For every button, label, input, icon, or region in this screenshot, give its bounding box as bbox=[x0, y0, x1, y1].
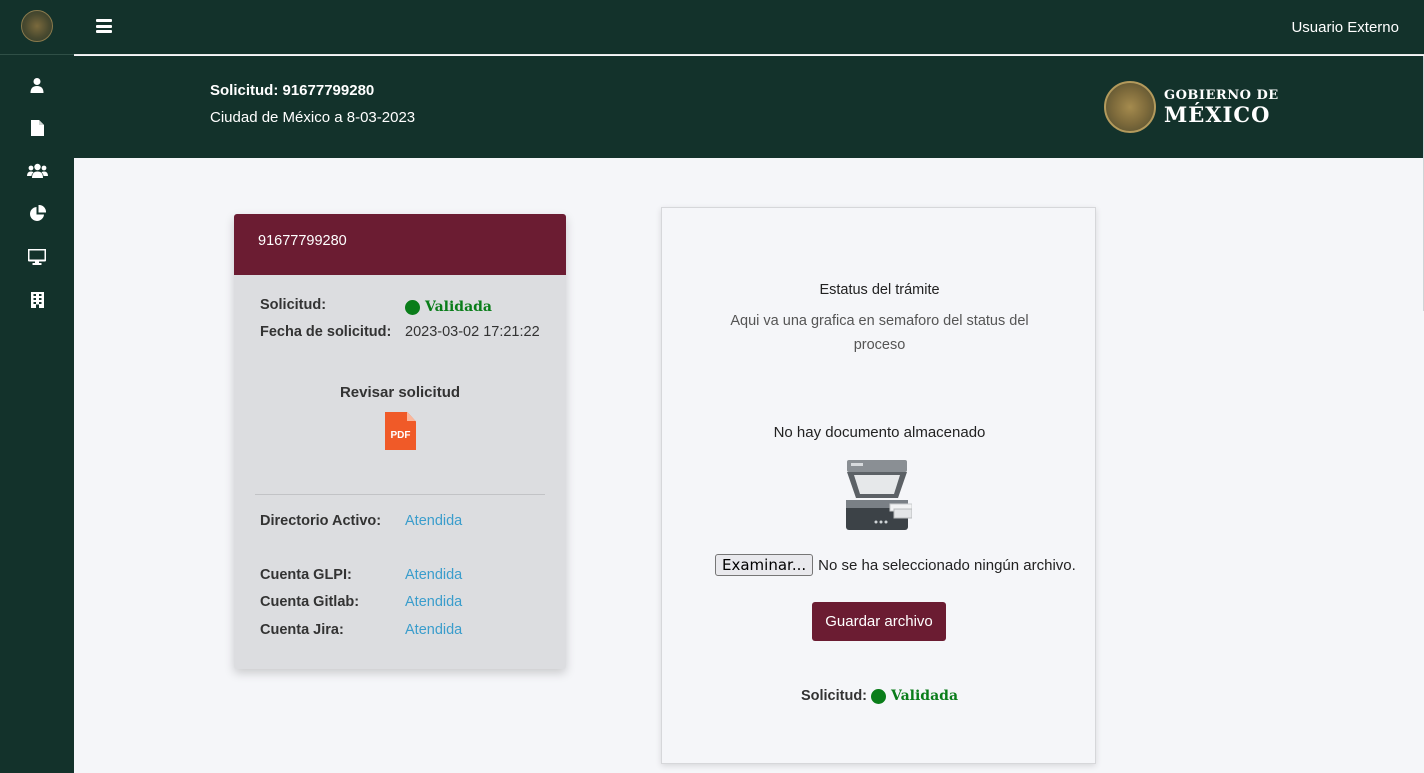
sidebar-logo[interactable] bbox=[21, 10, 53, 42]
account-label: Directorio Activo: bbox=[260, 513, 382, 529]
top-navbar: Usuario Externo bbox=[74, 0, 1424, 55]
request-card: 91677799280 Solicitud: Validada Fecha de… bbox=[234, 214, 566, 669]
status-card: Estatus del trámite Aqui va una grafica … bbox=[661, 207, 1096, 764]
request-card-header: 91677799280 bbox=[234, 214, 566, 275]
account-label: Cuenta GLPI: bbox=[260, 567, 352, 583]
national-seal-icon bbox=[1104, 81, 1156, 133]
save-file-button[interactable]: Guardar archivo bbox=[812, 602, 946, 641]
account-status-link[interactable]: Atendida bbox=[405, 513, 462, 529]
request-status-label: Solicitud: bbox=[260, 297, 327, 313]
bottom-status-value: Validada bbox=[871, 688, 958, 704]
pdf-icon-label: PDF bbox=[390, 430, 411, 441]
bottom-status-label: Solicitud: bbox=[800, 688, 868, 704]
account-row: Cuenta Gitlab: Atendida bbox=[260, 594, 462, 610]
sidebar-item-document[interactable] bbox=[0, 106, 74, 149]
menu-toggle-icon[interactable] bbox=[96, 19, 112, 33]
request-status-value: Validada bbox=[405, 299, 492, 315]
bottom-status-text: Validada bbox=[891, 688, 959, 704]
sidebar-item-users[interactable] bbox=[0, 149, 74, 192]
review-request-label: Revisar solicitud bbox=[339, 384, 461, 401]
building-icon bbox=[30, 291, 44, 308]
sidebar-item-user[interactable] bbox=[0, 63, 74, 106]
sidebar-item-building[interactable] bbox=[0, 278, 74, 321]
user-menu-label[interactable]: Usuario Externo bbox=[1291, 19, 1399, 36]
status-title: Estatus del trámite bbox=[819, 282, 940, 298]
request-status-row: Solicitud: Validada bbox=[260, 297, 492, 315]
request-status-text: Validada bbox=[425, 299, 493, 315]
browse-file-button[interactable]: Examinar... bbox=[715, 554, 814, 576]
account-status-link[interactable]: Atendida bbox=[405, 622, 462, 638]
status-dot-icon bbox=[871, 688, 887, 704]
bottom-request-status: Solicitud: Validada bbox=[662, 688, 1097, 704]
page-header: Solicitud: 91677799280 Ciudad de México … bbox=[74, 56, 1424, 158]
pie-chart-icon bbox=[29, 205, 46, 221]
account-status-link[interactable]: Atendida bbox=[405, 594, 462, 610]
account-row: Cuenta Jira: Atendida bbox=[260, 622, 462, 638]
request-date-value: 2023-03-02 17:21:22 bbox=[405, 324, 540, 340]
status-description: Aqui va una grafica en semaforo del stat… bbox=[730, 313, 1029, 353]
location-date: Ciudad de México a 8-03-2023 bbox=[210, 109, 416, 126]
request-date-row: Fecha de solicitud: 2023-03-02 17:21:22 bbox=[260, 324, 540, 340]
account-label: Cuenta Gitlab: bbox=[260, 594, 360, 610]
government-logo: GOBIERNO DE MÉXICO bbox=[1104, 81, 1279, 133]
account-row: Directorio Activo: Atendida bbox=[260, 513, 462, 529]
monitor-icon bbox=[28, 248, 46, 265]
gov-logo-line1: GOBIERNO DE bbox=[1164, 88, 1279, 103]
status-dot-icon bbox=[405, 299, 420, 315]
account-row: Cuenta GLPI: Atendida bbox=[260, 567, 462, 583]
pdf-icon[interactable]: PDF bbox=[385, 412, 416, 450]
request-title: Solicitud: 91677799280 bbox=[210, 82, 375, 99]
gov-logo-line2: MÉXICO bbox=[1164, 102, 1271, 127]
document-icon bbox=[30, 119, 44, 136]
user-icon bbox=[30, 77, 44, 93]
users-icon bbox=[26, 163, 48, 178]
no-document-message: No hay documento almacenado bbox=[773, 424, 986, 441]
scanner-icon bbox=[846, 460, 912, 530]
sidebar-item-reports[interactable] bbox=[0, 192, 74, 235]
file-upload-row: Examinar... No se ha seleccionado ningún… bbox=[715, 554, 1076, 576]
sidebar-divider bbox=[0, 54, 74, 55]
no-file-selected-text: No se ha seleccionado ningún archivo. bbox=[818, 556, 1076, 574]
card-divider bbox=[255, 494, 545, 495]
request-date-label: Fecha de solicitud: bbox=[260, 324, 392, 340]
sidebar-item-monitor[interactable] bbox=[0, 235, 74, 278]
sidebar bbox=[0, 0, 74, 773]
account-status-link[interactable]: Atendida bbox=[405, 567, 462, 583]
account-label: Cuenta Jira: bbox=[260, 622, 344, 638]
